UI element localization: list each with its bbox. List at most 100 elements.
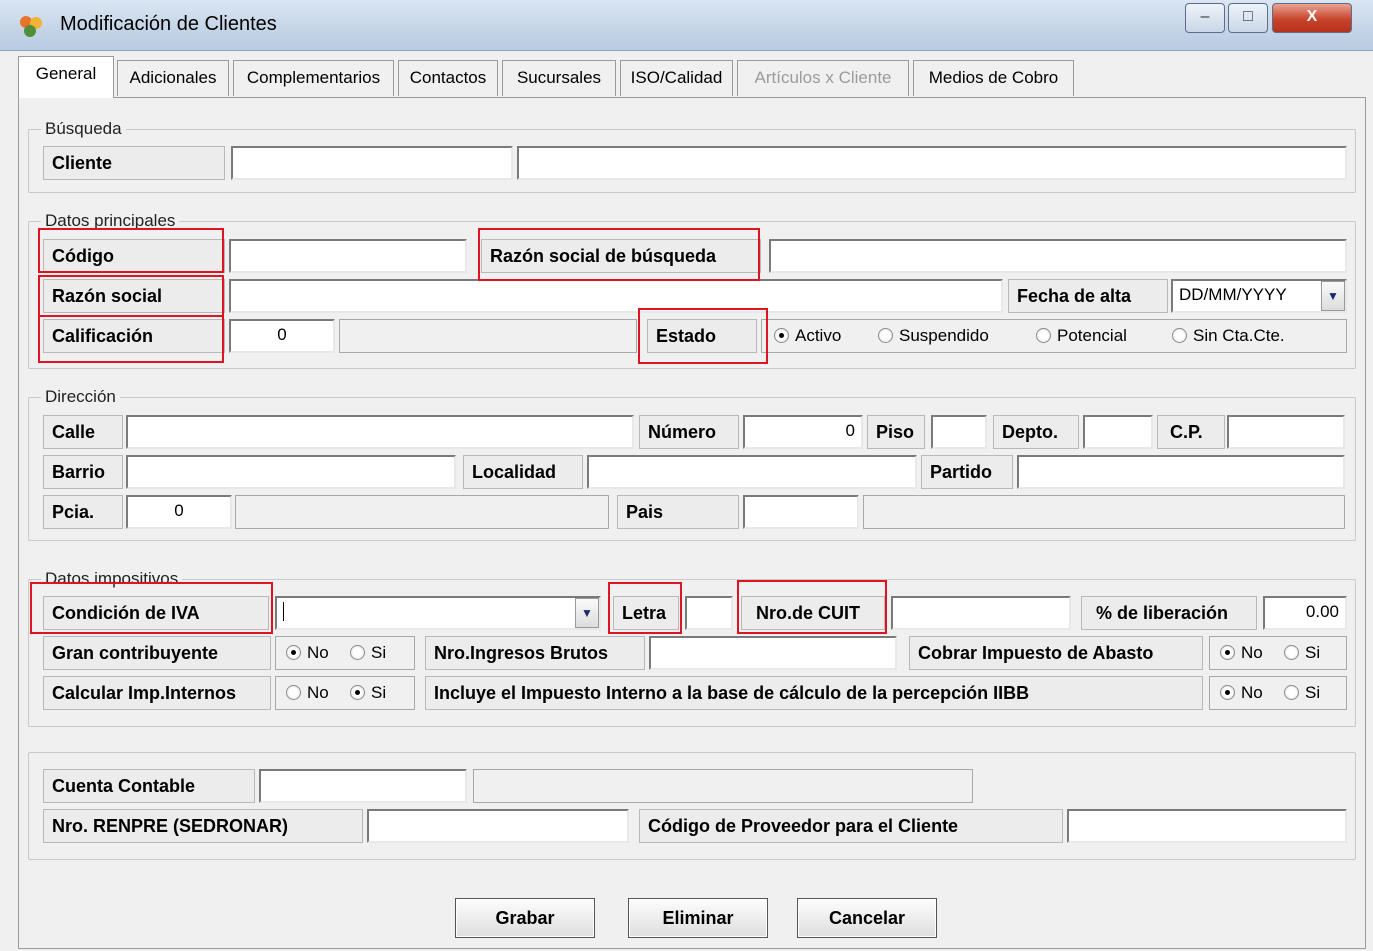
gran-no-label: No [307,643,329,662]
cuenta-group: Cuenta Contable Nro. RENPRE (SEDRONAR) C… [28,752,1356,860]
tab-iso-calidad[interactable]: ISO/Calidad [620,60,733,96]
pais-label: Pais [617,495,739,529]
estado-suspendido-radio[interactable]: Suspendido [878,320,989,352]
pcia-value: 0 [174,501,184,520]
gran-contribuyente-si-radio[interactable]: Si [350,637,386,669]
busqueda-legend: Búsqueda [41,119,126,139]
cuenta-contable-input[interactable] [259,769,467,803]
condicion-iva-dropdown-button[interactable]: ▼ [575,598,599,628]
incluye-si-radio[interactable]: Si [1284,677,1320,709]
tab-complementarios[interactable]: Complementarios [233,60,394,96]
cliente-name-input[interactable] [517,146,1347,180]
radio-dot-icon [774,328,789,343]
fecha-alta-label: Fecha de alta [1008,279,1168,313]
tab-sucursales[interactable]: Sucursales [502,60,616,96]
ingresos-brutos-label: Nro.Ingresos Brutos [425,636,645,670]
datos-principales-group: Datos principales Código Razón social de… [28,211,1356,369]
abasto-si-radio[interactable]: Si [1284,637,1320,669]
cliente-label: Cliente [43,146,225,180]
eliminar-button[interactable]: Eliminar [628,898,768,938]
close-button[interactable]: X [1272,3,1352,33]
estado-activo-radio[interactable]: Activo [774,320,841,352]
codigo-input[interactable] [229,239,467,273]
estado-radio-group: Activo Suspendido Potencial Sin Cta.Cte. [761,319,1347,353]
letra-input[interactable] [685,596,733,630]
localidad-input[interactable] [587,455,917,489]
cp-label: C.P. [1157,415,1225,449]
impuesto-abasto-label: Cobrar Impuesto de Abasto [909,636,1203,670]
tab-articulos-x-cliente: Artículos x Cliente [737,60,909,96]
gran-contribuyente-no-radio[interactable]: No [286,637,329,669]
estado-sin-cta-radio[interactable]: Sin Cta.Cte. [1172,320,1285,352]
minimize-button[interactable]: – [1185,3,1225,33]
tab-medios-de-cobro[interactable]: Medios de Cobro [913,60,1074,96]
estado-label: Estado [647,319,757,353]
pais-code-input[interactable] [743,495,859,529]
pcia-label: Pcia. [43,495,123,529]
codigo-proveedor-input[interactable] [1067,809,1347,843]
razon-social-label: Razón social [43,279,225,313]
maximize-button[interactable]: □ [1228,3,1268,33]
partido-input[interactable] [1017,455,1345,489]
nro-cuit-input[interactable] [891,596,1071,630]
datos-principales-legend: Datos principales [41,211,180,231]
datos-impositivos-group: Datos impositivos Condición de IVA ▼ Let… [28,569,1356,727]
direccion-legend: Dirección [41,387,120,407]
liberacion-label: % de liberación [1081,596,1257,630]
numero-input[interactable]: 0 [743,415,863,449]
radio-dot-icon [1220,685,1235,700]
cancelar-button[interactable]: Cancelar [797,898,937,938]
gran-contribuyente-radio-group: No Si [275,636,415,670]
internos-si-label: Si [371,683,387,702]
liberacion-input[interactable]: 0.00 [1263,596,1347,630]
razon-social-busqueda-input[interactable] [769,239,1347,273]
depto-input[interactable] [1083,415,1153,449]
renpre-input[interactable] [367,809,629,843]
estado-activo-label: Activo [795,326,842,345]
internos-si-radio[interactable]: Si [350,677,386,709]
calle-label: Calle [43,415,123,449]
abasto-no-radio[interactable]: No [1220,637,1263,669]
estado-sin-cta-label: Sin Cta.Cte. [1193,326,1285,345]
piso-label: Piso [867,415,925,449]
calificacion-input[interactable]: 0 [229,319,335,353]
grabar-button[interactable]: Grabar [455,898,595,938]
localidad-label: Localidad [463,455,583,489]
cliente-code-input[interactable] [231,146,513,180]
ingresos-brutos-input[interactable] [649,636,897,670]
renpre-label: Nro. RENPRE (SEDRONAR) [43,809,363,843]
fecha-dropdown-button[interactable]: ▼ [1321,281,1345,311]
estado-potencial-radio[interactable]: Potencial [1036,320,1127,352]
condicion-iva-label: Condición de IVA [43,596,269,630]
pcia-input[interactable]: 0 [126,495,232,529]
letra-label: Letra [613,596,679,630]
piso-input[interactable] [931,415,987,449]
tab-general[interactable]: General [18,56,114,98]
imp-internos-label: Calcular Imp.Internos [43,676,271,710]
radio-dot-icon [1220,645,1235,660]
radio-dot-icon [286,685,301,700]
tab-contactos[interactable]: Contactos [398,60,498,96]
depto-label: Depto. [993,415,1079,449]
tab-adicionales[interactable]: Adicionales [117,60,229,96]
radio-dot-icon [350,685,365,700]
gran-si-label: Si [371,643,387,662]
partido-label: Partido [921,455,1013,489]
radio-dot-icon [1284,645,1299,660]
internos-no-radio[interactable]: No [286,677,329,709]
gran-contribuyente-label: Gran contribuyente [43,636,271,670]
impuesto-abasto-radio-group: No Si [1209,636,1347,670]
estado-potencial-label: Potencial [1057,326,1127,345]
imp-internos-radio-group: No Si [275,676,415,710]
incluye-no-label: No [1241,683,1263,702]
incluye-no-radio[interactable]: No [1220,677,1263,709]
razon-social-input[interactable] [229,279,1003,313]
codigo-proveedor-label: Código de Proveedor para el Cliente [639,809,1063,843]
barrio-label: Barrio [43,455,123,489]
cp-input[interactable] [1227,415,1345,449]
abasto-no-label: No [1241,643,1263,662]
condicion-iva-select[interactable] [275,596,601,630]
calle-input[interactable] [126,415,634,449]
barrio-input[interactable] [126,455,456,489]
radio-dot-icon [1172,328,1187,343]
